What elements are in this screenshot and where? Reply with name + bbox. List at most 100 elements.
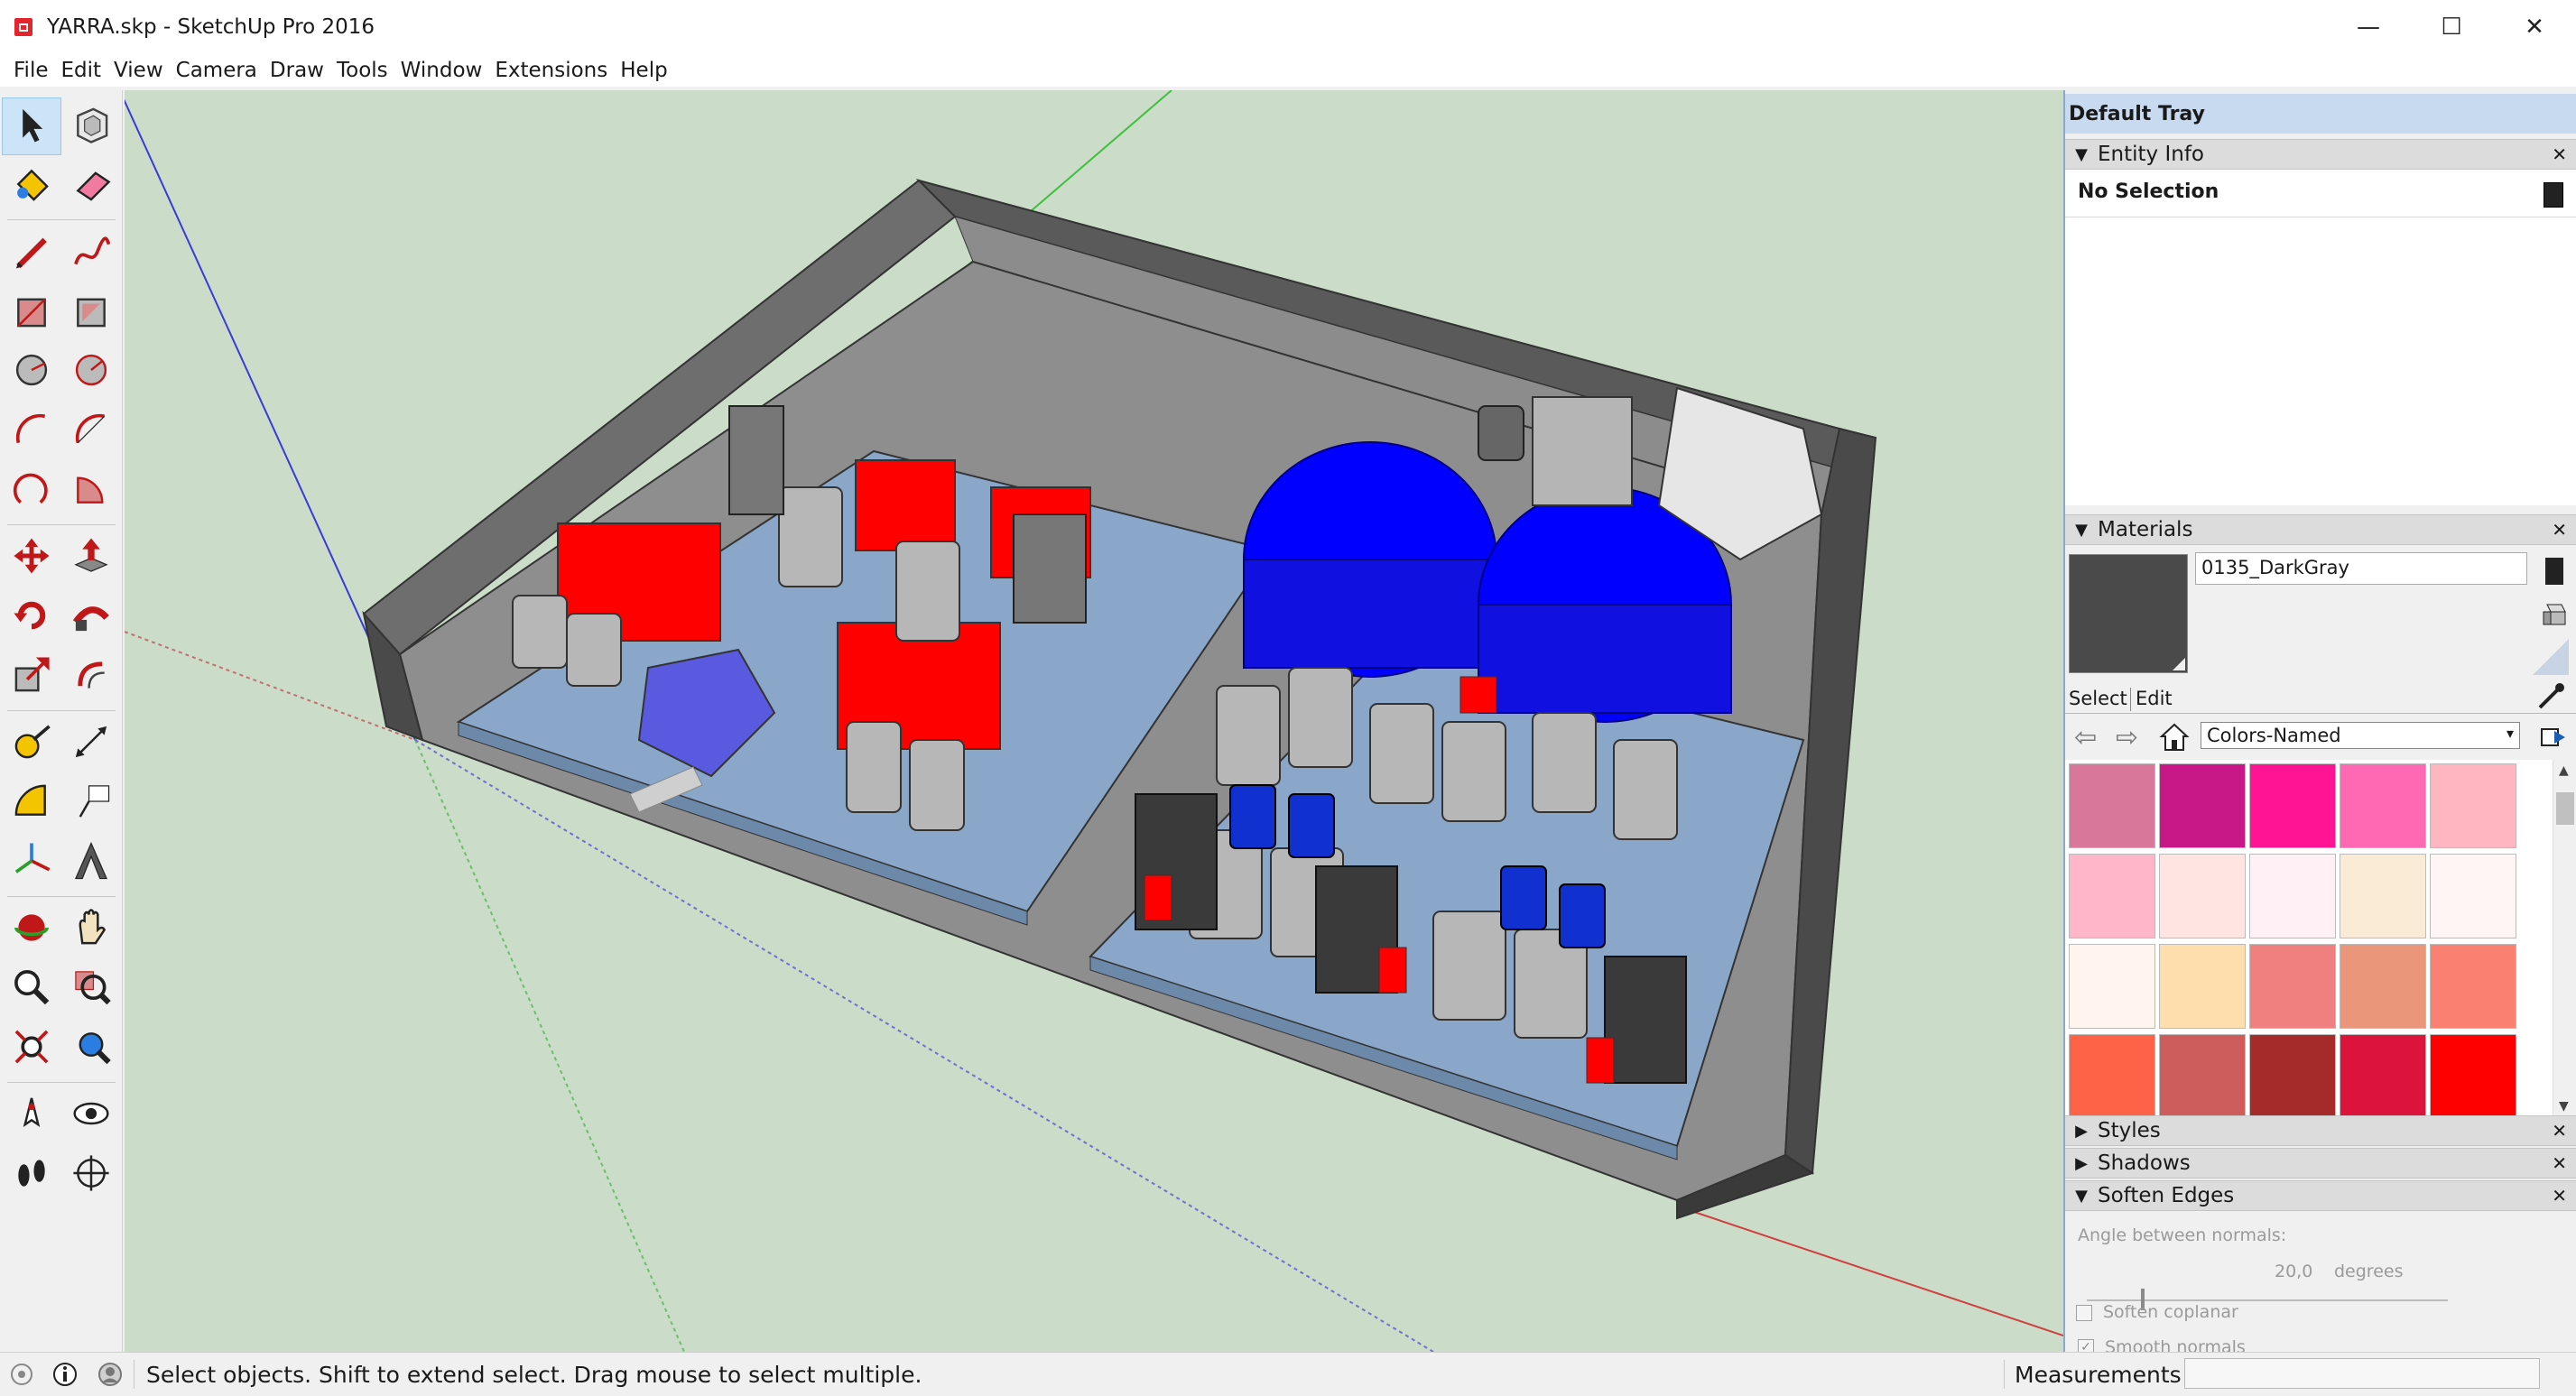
material-swatch[interactable] — [2069, 854, 2155, 938]
tape-measure-tool-button[interactable] — [2, 715, 61, 772]
rotated-rectangle-tool-button[interactable] — [61, 283, 121, 341]
zoom-window-tool-button[interactable] — [61, 960, 121, 1018]
circle-tool-button[interactable] — [2, 343, 61, 401]
offset-tool-button[interactable] — [61, 648, 121, 706]
edit-tab[interactable]: Edit — [2136, 688, 2173, 709]
entity-info-toggle-icon[interactable] — [2544, 182, 2563, 208]
swatch-scrollbar[interactable]: ▲ ▼ — [2553, 760, 2576, 1121]
menu-window[interactable]: Window — [394, 59, 489, 82]
material-swatch[interactable] — [2069, 1034, 2155, 1119]
material-swatch[interactable] — [2340, 944, 2426, 1029]
material-swatch[interactable] — [2159, 854, 2246, 938]
menu-view[interactable]: View — [107, 59, 170, 82]
geo-location-icon[interactable] — [4, 1356, 40, 1392]
paint-bucket-tool-button[interactable] — [2, 157, 61, 215]
material-swatch[interactable] — [2340, 1034, 2426, 1119]
pencil-tool-button[interactable] — [2, 224, 61, 282]
material-name-field[interactable]: 0135_DarkGray — [2195, 552, 2527, 585]
zoom-extents-tool-button[interactable] — [2, 1020, 61, 1077]
protractor-tool-button[interactable] — [2, 774, 61, 832]
close-icon[interactable]: ✕ — [2552, 1120, 2567, 1142]
close-button[interactable]: ✕ — [2493, 0, 2576, 54]
model-viewport[interactable] — [125, 90, 2063, 1352]
back-arrow-icon[interactable]: ⇦ — [2074, 722, 2097, 753]
material-swatch[interactable] — [2430, 1034, 2516, 1119]
entity-info-header[interactable]: ▼ Entity Info ✕ — [2065, 139, 2576, 170]
orbit-tool-button[interactable] — [2, 901, 61, 958]
materials-header[interactable]: ▼ Materials ✕ — [2065, 514, 2576, 545]
text-tool-button[interactable] — [61, 774, 121, 832]
measurements-input[interactable] — [2184, 1358, 2540, 1389]
close-icon[interactable]: ✕ — [2552, 519, 2567, 541]
soften-edges-header[interactable]: ▼ Soften Edges ✕ — [2065, 1180, 2576, 1211]
material-swatch[interactable] — [2249, 1034, 2336, 1119]
menu-draw[interactable]: Draw — [264, 59, 330, 82]
previous-view-tool-button[interactable] — [61, 1020, 121, 1077]
scroll-up-icon[interactable]: ▲ — [2559, 763, 2569, 778]
menu-tools[interactable]: Tools — [330, 59, 394, 82]
display-secondary-icon[interactable] — [2533, 639, 2569, 675]
user-signin-icon[interactable] — [92, 1356, 128, 1392]
two-point-arc-tool-button[interactable] — [61, 402, 121, 460]
soften-coplanar-checkbox[interactable] — [2076, 1305, 2092, 1321]
home-icon[interactable] — [2159, 722, 2190, 753]
section-plane-tool-button[interactable] — [61, 1146, 121, 1204]
eyedropper-icon[interactable] — [2534, 680, 2567, 713]
select-tab[interactable]: Select — [2069, 688, 2127, 709]
material-swatch[interactable] — [2430, 944, 2516, 1029]
material-swatch[interactable] — [2340, 854, 2426, 938]
rotate-tool-button[interactable] — [2, 588, 61, 646]
shadows-header[interactable]: ▶ Shadows ✕ — [2065, 1148, 2576, 1179]
material-swatch[interactable] — [2159, 1034, 2246, 1119]
forward-arrow-icon[interactable]: ⇨ — [2116, 722, 2138, 753]
menu-edit[interactable]: Edit — [55, 59, 108, 82]
select-tool-button[interactable] — [2, 97, 61, 155]
library-dropdown[interactable]: Colors-Named ▾ — [2201, 722, 2520, 749]
material-swatch[interactable] — [2430, 763, 2516, 848]
details-arrow-icon[interactable] — [2538, 722, 2567, 751]
pie-tool-button[interactable] — [61, 462, 121, 520]
material-swatch[interactable] — [2069, 944, 2155, 1029]
close-icon[interactable]: ✕ — [2552, 1185, 2567, 1206]
menu-camera[interactable]: Camera — [170, 59, 264, 82]
zoom-tool-button[interactable] — [2, 960, 61, 1018]
menu-extensions[interactable]: Extensions — [488, 59, 614, 82]
3d-text-tool-button[interactable] — [61, 834, 121, 892]
rectangle-tool-button[interactable] — [2, 283, 61, 341]
move-tool-button[interactable] — [2, 529, 61, 587]
axes-tool-button[interactable] — [2, 834, 61, 892]
material-swatch[interactable] — [2249, 763, 2336, 848]
material-swatch[interactable] — [2249, 854, 2336, 938]
scroll-down-icon[interactable]: ▼ — [2559, 1099, 2569, 1114]
material-swatch[interactable] — [2430, 854, 2516, 938]
scale-tool-button[interactable] — [2, 648, 61, 706]
create-material-icon[interactable] — [2545, 558, 2563, 585]
material-swatch[interactable] — [2069, 763, 2155, 848]
menu-help[interactable]: Help — [614, 59, 673, 82]
position-camera-tool-button[interactable] — [2, 1086, 61, 1144]
freehand-tool-button[interactable] — [61, 224, 121, 282]
material-swatch[interactable] — [2340, 763, 2426, 848]
minimize-button[interactable]: — — [2327, 0, 2410, 54]
menu-file[interactable]: File — [7, 59, 55, 82]
styles-header[interactable]: ▶ Styles ✕ — [2065, 1115, 2576, 1146]
material-swatch[interactable] — [2159, 763, 2246, 848]
arc-tool-button[interactable] — [2, 402, 61, 460]
follow-me-tool-button[interactable] — [61, 588, 121, 646]
credits-icon[interactable] — [47, 1356, 83, 1392]
three-point-arc-tool-button[interactable] — [2, 462, 61, 520]
close-icon[interactable]: ✕ — [2552, 1152, 2567, 1174]
maximize-button[interactable]: ☐ — [2410, 0, 2493, 54]
scrollbar-thumb[interactable] — [2556, 792, 2574, 825]
eraser-tool-button[interactable] — [61, 157, 121, 215]
material-swatch[interactable] — [2249, 944, 2336, 1029]
dimension-tool-button[interactable] — [61, 715, 121, 772]
make-component-tool-button[interactable] — [61, 97, 121, 155]
push-pull-tool-button[interactable] — [61, 529, 121, 587]
look-around-tool-button[interactable] — [61, 1086, 121, 1144]
walk-tool-button[interactable] — [2, 1146, 61, 1204]
pan-tool-button[interactable] — [61, 901, 121, 958]
material-swatch[interactable] — [2159, 944, 2246, 1029]
polygon-tool-button[interactable] — [61, 343, 121, 401]
close-icon[interactable]: ✕ — [2552, 143, 2567, 165]
